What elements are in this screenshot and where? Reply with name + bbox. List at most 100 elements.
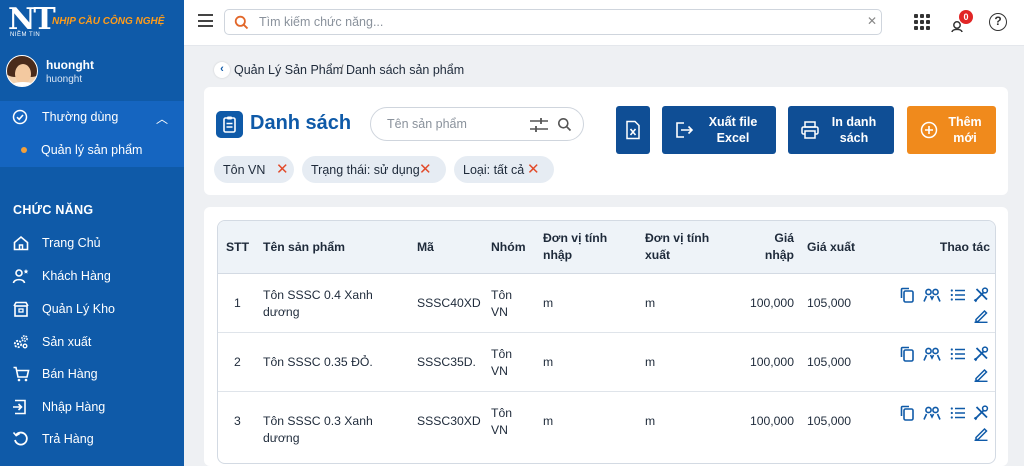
filter-chip-group[interactable]: Tôn VN ✕	[214, 156, 294, 183]
col-actions: Thao tác	[939, 240, 990, 254]
users-icon[interactable]	[923, 287, 941, 303]
user-name: huonght	[46, 58, 94, 72]
col-name: Tên sản phẩm	[263, 240, 345, 254]
filter-chip-label: Trạng thái: sử dụng	[311, 163, 420, 177]
col-unit-out: Đơn vị tính xuất	[645, 231, 710, 262]
favorites-item-product-management[interactable]: Quản lý sản phẩm	[0, 138, 184, 162]
product-search-input[interactable]	[387, 116, 527, 132]
table-row[interactable]: 2 Tôn SSSC 0.35 ĐỎ. SSSC35D. Tôn VN m m …	[218, 334, 995, 392]
page-title: Danh sách	[250, 112, 352, 134]
remove-filter-icon[interactable]: ✕	[419, 160, 432, 178]
users-icon[interactable]	[923, 346, 941, 362]
breadcrumb-separator: /	[340, 63, 344, 77]
col-stt: STT	[226, 240, 250, 254]
favorites-label: Thường dùng	[42, 110, 119, 124]
notification-badge: 0	[959, 10, 973, 24]
remove-filter-icon[interactable]: ✕	[527, 160, 540, 178]
cell-name: Tôn SSSC 0.35 ĐỎ.	[263, 355, 373, 369]
warehouse-icon	[13, 301, 29, 317]
function-search: ✕	[224, 9, 882, 35]
sidebar-item-customers[interactable]: Khách Hàng	[0, 262, 184, 290]
edit-icon[interactable]	[973, 307, 989, 323]
sidebar-item-warehouse[interactable]: Quản Lý Kho	[0, 295, 184, 323]
user-login: huonght	[46, 74, 83, 85]
copy-icon[interactable]	[899, 346, 915, 362]
col-code: Mã	[417, 240, 434, 254]
brand-logo[interactable]: NT NIỀM TIN NHỊP CẦU CÔNG NGHỆ	[8, 5, 168, 39]
users-icon[interactable]	[923, 405, 941, 421]
clipboard-list-icon	[216, 111, 243, 138]
filter-sliders-icon[interactable]	[529, 116, 549, 134]
user-profile[interactable]: huonght huonght	[6, 55, 176, 91]
return-icon	[12, 431, 28, 446]
excel-icon-button[interactable]	[616, 106, 650, 154]
export-excel-label: Xuất file Excel	[708, 115, 758, 145]
list-icon[interactable]	[950, 346, 966, 362]
export-excel-button[interactable]: Xuất file Excel	[662, 106, 776, 154]
sidebar: NT NIỀM TIN NHỊP CẦU CÔNG NGHỆ huonght h…	[0, 0, 184, 466]
tools-icon[interactable]	[973, 346, 989, 362]
filter-chip-status[interactable]: Trạng thái: sử dụng ✕	[302, 156, 446, 183]
cell-group: Tôn VN	[491, 288, 513, 319]
table-row[interactable]: 1 Tôn SSSC 0.4 Xanh dương SSSC40XD Tôn V…	[218, 275, 995, 333]
list-icon[interactable]	[950, 287, 966, 303]
add-new-label: Thêm mới	[948, 115, 982, 145]
product-table-card: STT Tên sản phẩm Mã Nhóm Đơn vị tính nhậ…	[204, 207, 1008, 466]
sidebar-item-label: Trả Hàng	[42, 432, 94, 446]
sidebar-item-returns[interactable]: Trả Hàng	[0, 425, 184, 453]
search-icon[interactable]	[557, 117, 572, 132]
apps-grid-icon[interactable]	[914, 14, 930, 30]
favorites-item-label: Quản lý sản phẩm	[41, 143, 143, 157]
topbar: ✕ 0 ?	[184, 0, 1024, 46]
cell-name: Tôn SSSC 0.3 Xanh dương	[263, 414, 373, 445]
cell-unit-out: m	[645, 296, 656, 310]
function-search-input[interactable]	[259, 13, 839, 31]
section-title: CHỨC NĂNG	[13, 203, 94, 217]
edit-icon[interactable]	[973, 366, 989, 382]
menu-icon[interactable]	[198, 14, 214, 28]
tools-icon[interactable]	[973, 405, 989, 421]
add-new-button[interactable]: Thêm mới	[907, 106, 996, 154]
favorites-group: Thường dùng ︿ Quản lý sản phẩm	[0, 101, 184, 167]
print-list-label: In danh sách	[831, 115, 877, 145]
logo-slogan: NHỊP CẦU CÔNG NGHỆ	[52, 16, 165, 27]
copy-icon[interactable]	[899, 405, 915, 421]
home-icon	[13, 235, 29, 251]
sidebar-item-label: Trang Chủ	[42, 236, 101, 250]
help-icon[interactable]: ?	[989, 13, 1007, 31]
back-icon[interactable]: ‹	[214, 62, 230, 78]
sidebar-item-label: Sản xuất	[42, 335, 92, 349]
sidebar-item-purchase[interactable]: Nhập Hàng	[0, 393, 184, 421]
sidebar-item-production[interactable]: Sản xuất	[0, 328, 184, 356]
cell-stt: 1	[234, 296, 241, 310]
clear-search-icon[interactable]: ✕	[867, 14, 877, 28]
cell-group: Tôn VN	[491, 347, 513, 378]
favorites-toggle[interactable]: Thường dùng ︿	[0, 101, 184, 133]
cell-unit-in: m	[543, 414, 554, 428]
col-unit-in: Đơn vị tính nhập	[543, 231, 608, 262]
list-icon[interactable]	[950, 405, 966, 421]
print-list-button[interactable]: In danh sách	[788, 106, 894, 154]
edit-icon[interactable]	[973, 425, 989, 441]
cell-unit-out: m	[645, 355, 656, 369]
list-header-card: Danh sách Xuất file Excel In danh sách T…	[204, 87, 1008, 195]
check-circle-icon	[12, 109, 28, 125]
col-price-out: Giá xuất	[807, 240, 856, 254]
remove-filter-icon[interactable]: ✕	[276, 160, 289, 178]
copy-icon[interactable]	[899, 287, 915, 303]
sidebar-item-sales[interactable]: Bán Hàng	[0, 360, 184, 388]
table-header: STT Tên sản phẩm Mã Nhóm Đơn vị tính nhậ…	[218, 221, 995, 274]
gears-icon	[13, 335, 28, 349]
breadcrumb-parent[interactable]: Quản Lý Sản Phẩm	[234, 63, 343, 77]
cell-stt: 2	[234, 355, 241, 369]
cell-group: Tôn VN	[491, 406, 513, 437]
breadcrumb-current: Danh sách sản phẩm	[346, 63, 465, 77]
sidebar-item-label: Bán Hàng	[42, 367, 98, 381]
product-search	[370, 107, 584, 141]
sidebar-item-label: Quản Lý Kho	[42, 302, 115, 316]
filter-chip-type[interactable]: Loại: tất cả ✕	[454, 156, 554, 183]
cell-unit-out: m	[645, 414, 656, 428]
sidebar-item-home[interactable]: Trang Chủ	[0, 229, 184, 257]
tools-icon[interactable]	[973, 287, 989, 303]
table-row[interactable]: 3 Tôn SSSC 0.3 Xanh dương SSSC30XD Tôn V…	[218, 393, 995, 451]
